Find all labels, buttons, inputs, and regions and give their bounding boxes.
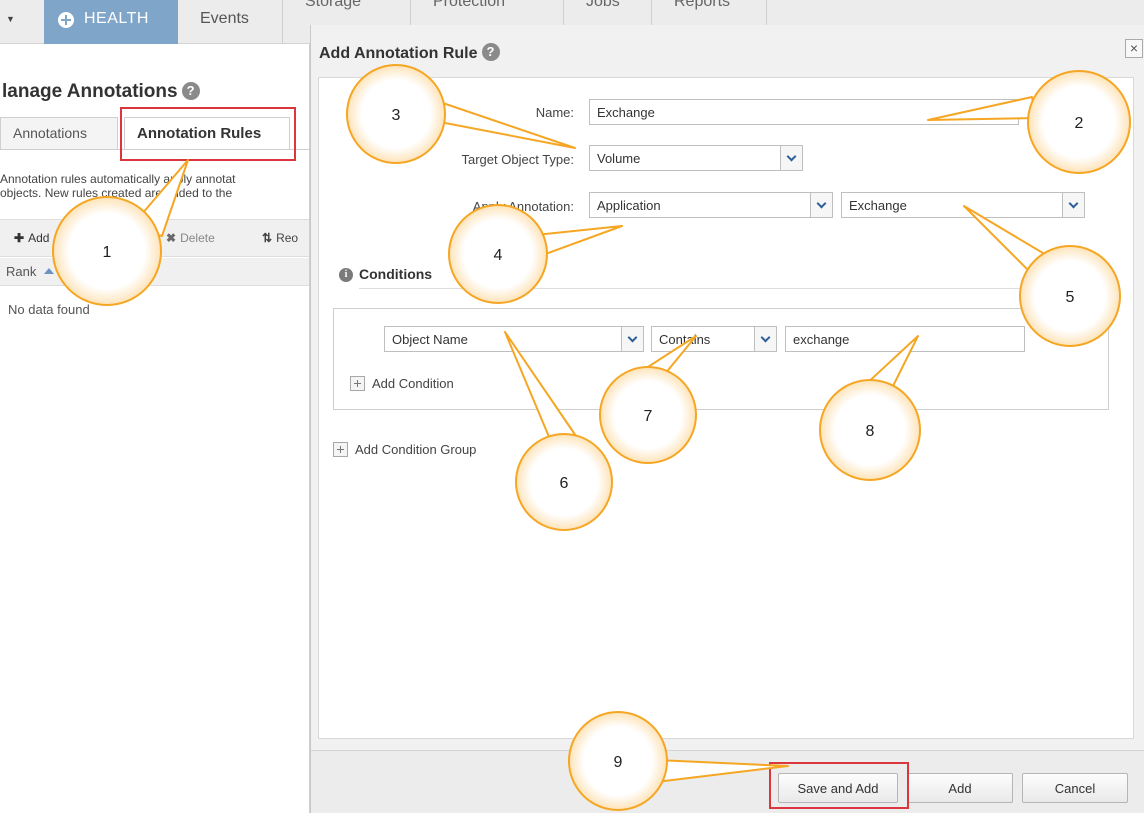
- save-and-add-highlight-box: [769, 762, 909, 809]
- chevron-down-icon[interactable]: [754, 327, 776, 351]
- target-object-type-select[interactable]: Volume: [589, 145, 803, 171]
- help-icon[interactable]: ?: [181, 82, 200, 100]
- tab-annotations[interactable]: Annotations: [0, 117, 118, 149]
- name-input[interactable]: Exchange: [589, 99, 1019, 125]
- dialog-title: Add Annotation Rule?: [319, 43, 500, 63]
- nav-tab-health-label: HEALTH: [84, 10, 149, 27]
- annotation-rules-highlight-box: [120, 107, 296, 161]
- add-condition-group-plus-icon[interactable]: [333, 442, 348, 457]
- rules-toolbar: ✚ Add ✖ Delete ⇅ Reo: [0, 219, 309, 257]
- dialog-body: Name: Exchange Target Object Type: Volum…: [318, 77, 1134, 739]
- chevron-down-icon[interactable]: [1062, 193, 1084, 217]
- nav-tab-health[interactable]: HEALTH: [44, 0, 178, 44]
- manage-annotations-panel: lanage Annotations? Annotations Annotati…: [0, 44, 310, 813]
- dialog-help-icon[interactable]: ?: [481, 43, 500, 61]
- dialog-footer: Save and Add Add Cancel: [311, 750, 1144, 813]
- annotation-value-select[interactable]: Exchange: [841, 192, 1085, 218]
- empty-table-message: No data found: [8, 302, 90, 317]
- health-plus-icon: [58, 12, 74, 28]
- conditions-title: Conditions: [359, 266, 433, 282]
- apply-annotation-label: Apply Annotation:: [472, 199, 574, 214]
- nav-menu-caret-icon[interactable]: ▼: [6, 14, 15, 24]
- chevron-down-icon[interactable]: [810, 193, 832, 217]
- plus-icon: ✚: [14, 231, 25, 245]
- annotation-rules-description: Annotation rules automatically apply ann…: [0, 172, 236, 200]
- reorder-rule-button[interactable]: ⇅ Reo: [262, 231, 298, 245]
- reorder-arrows-icon: ⇅: [262, 231, 273, 245]
- delete-rule-button[interactable]: ✖ Delete: [166, 231, 215, 245]
- rank-column-header[interactable]: Rank: [6, 264, 36, 279]
- conditions-divider: [359, 288, 1119, 289]
- add-rule-button[interactable]: ✚ Add: [14, 231, 49, 245]
- name-label: Name:: [535, 105, 574, 120]
- page-title: lanage Annotations?: [2, 81, 200, 103]
- annotation-type-select[interactable]: Application: [589, 192, 833, 218]
- add-condition-plus-icon[interactable]: [350, 376, 365, 391]
- condition-group: Object Name Contains exchange Add Condit…: [333, 308, 1109, 410]
- add-button[interactable]: Add: [907, 773, 1013, 803]
- condition-operator-select[interactable]: Contains: [651, 326, 777, 352]
- add-annotation-rule-dialog: Add Annotation Rule? × Name: Exchange Ta…: [310, 25, 1144, 813]
- target-object-type-label: Target Object Type:: [461, 152, 575, 167]
- condition-value-input[interactable]: exchange: [785, 326, 1025, 352]
- add-condition-group-link[interactable]: Add Condition Group: [355, 442, 476, 457]
- sort-ascending-icon: [44, 268, 54, 274]
- rules-table-header: Rank: [0, 258, 309, 286]
- add-condition-link[interactable]: Add Condition: [372, 376, 454, 391]
- chevron-down-icon[interactable]: [621, 327, 643, 351]
- nav-tab-events[interactable]: Events: [178, 0, 283, 44]
- chevron-down-icon[interactable]: [780, 146, 802, 170]
- condition-field-select[interactable]: Object Name: [384, 326, 644, 352]
- info-icon: i: [339, 268, 353, 282]
- cancel-button[interactable]: Cancel: [1022, 773, 1128, 803]
- delete-x-icon: ✖: [166, 231, 177, 245]
- close-button[interactable]: ×: [1125, 39, 1143, 58]
